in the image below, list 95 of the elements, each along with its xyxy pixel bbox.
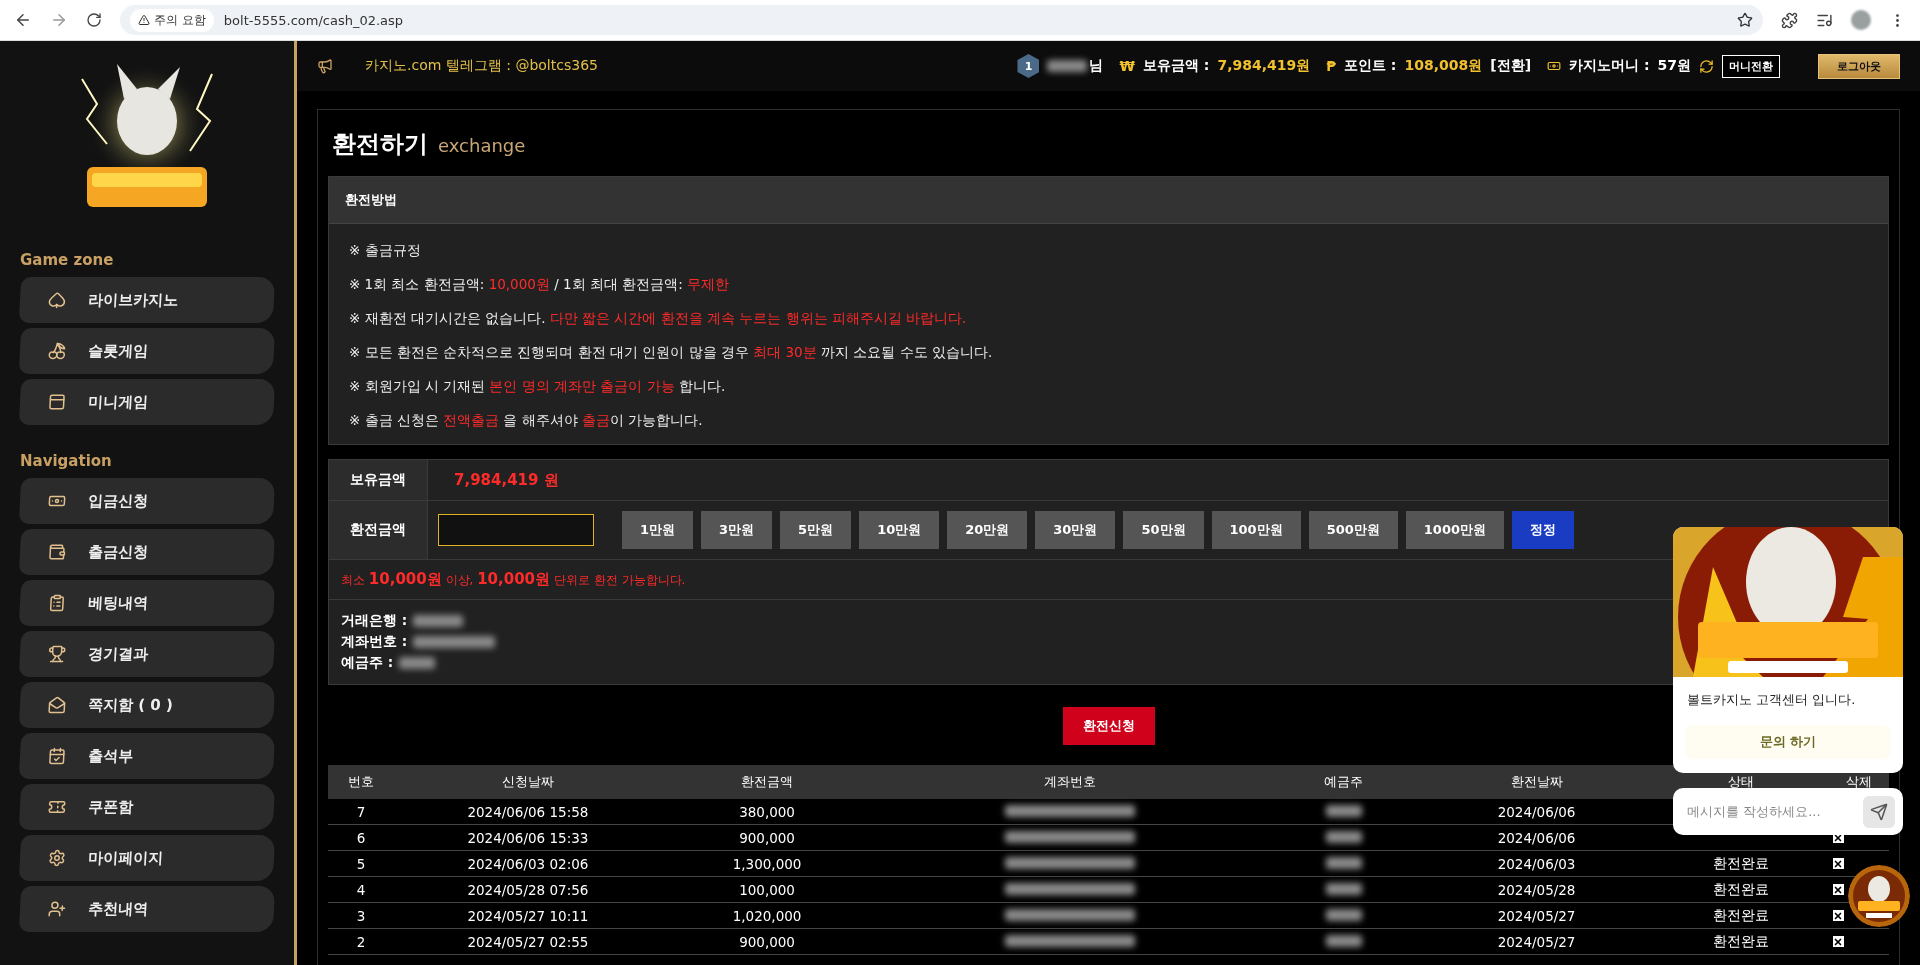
reset-button[interactable]: 정정 — [1512, 511, 1574, 549]
table-cell: 2024/06/06 — [1419, 799, 1654, 825]
inquiry-button[interactable]: 문의 하기 — [1685, 725, 1891, 759]
account-label: 거래은행 : — [341, 612, 408, 630]
table-cell: 2024/05/28 — [1419, 876, 1654, 903]
table-cell: 환전완료 — [1653, 850, 1829, 877]
peso-sign: ₱ — [1326, 58, 1336, 74]
notice-line: ※ 모든 환전은 순차적으로 진행되며 환전 대기 인원이 많을 경우 최대 30분 까지 소요될 수도 있습니다. — [349, 343, 994, 362]
page-title: 환전하기 — [332, 129, 428, 160]
table-cell: 4 — [328, 876, 394, 903]
table-cell: 2024/05/27 — [1419, 902, 1654, 929]
table-cell: 3 — [328, 902, 394, 929]
notice-text: 카지노.com 텔레그램 : @boltcs365 — [365, 57, 599, 75]
notice-line: ※ 출금규정 — [349, 241, 422, 260]
amount-button[interactable]: 50만원 — [1123, 511, 1204, 549]
column-header: 번호 — [328, 765, 394, 799]
sidebar-item[interactable]: 쿠폰함 — [18, 784, 276, 830]
points-value: 108,008원 — [1404, 57, 1483, 75]
table-cell: 380,000 — [661, 799, 873, 825]
table-cell: 1,300,000 — [661, 850, 873, 877]
sidebar-item[interactable]: 출석부 — [18, 733, 276, 779]
field-label: 환전금액 — [329, 501, 428, 559]
balance-value: 7,984,419원 — [1217, 57, 1311, 75]
sidebar-item[interactable]: 출금신청 — [18, 529, 276, 575]
amount-button[interactable]: 1000만원 — [1405, 511, 1504, 549]
table-cell: 2024/06/03 02:06 — [393, 850, 662, 877]
section-title: Navigation — [20, 452, 113, 470]
amount-button[interactable]: 500만원 — [1308, 511, 1398, 549]
table-cell: 7 — [328, 799, 394, 825]
points-label: 포인트 : — [1344, 57, 1397, 75]
logout-button[interactable]: 로그아웃 — [1818, 53, 1900, 79]
sidebar-item[interactable]: 베팅내역 — [18, 580, 276, 626]
sidebar-item[interactable]: 미니게임 — [18, 379, 276, 425]
sidebar-item[interactable]: 슬롯게임 — [18, 328, 276, 374]
table-cell: 2024/06/03 — [1419, 850, 1654, 877]
table-cell: 2024/06/06 15:33 — [393, 824, 662, 851]
message-box[interactable]: 메시지를 작성하세요... — [1673, 788, 1903, 835]
money-convert-button[interactable]: 머니전환 — [1722, 54, 1780, 78]
table-cell: 환전완료 — [1653, 902, 1829, 929]
level-badge: 1 — [1017, 54, 1040, 78]
amount-button[interactable]: 1만원 — [622, 511, 694, 549]
amount-button[interactable]: 5만원 — [780, 511, 852, 549]
sidebar-item[interactable]: 추천내역 — [18, 886, 276, 932]
casino-money-value: 57원 — [1657, 57, 1691, 75]
sidebar-item[interactable]: 마이페이지 — [18, 835, 276, 881]
column-header: 계좌번호 — [872, 765, 1268, 799]
table-cell: 1,020,000 — [661, 902, 873, 929]
amount-button[interactable]: 10만원 — [859, 511, 940, 549]
balance-value: 7,984,419 원 — [453, 469, 559, 491]
table-cell: 2024/06/06 15:58 — [393, 799, 662, 825]
column-header: 예금주 — [1267, 765, 1420, 799]
table-cell: 5 — [328, 850, 394, 877]
table-cell: 환전완료 — [1653, 928, 1829, 955]
table-cell: 6 — [328, 824, 394, 851]
name-suffix: 님 — [1089, 57, 1104, 75]
amount-button[interactable]: 30만원 — [1035, 511, 1116, 549]
page-subtitle: exchange — [438, 135, 526, 156]
sidebar-item[interactable]: 입금신청 — [18, 478, 276, 524]
notice-line: ※ 1회 최소 환전금액: 10,000원 / 1회 최대 환전금액: 무제한 — [349, 275, 731, 294]
sidebar-item[interactable]: 쪽지함 ( 0 ) — [18, 682, 276, 728]
notice-line: ※ 출금 신청은 전액출금 을 해주셔야 출금이 가능합니다. — [349, 411, 704, 430]
sidebar-item[interactable]: 경기결과 — [18, 631, 276, 677]
table-cell: 2024/05/27 02:55 — [393, 928, 662, 955]
casino-money-label: 카지노머니 : — [1569, 57, 1650, 75]
submit-button[interactable]: 환전신청 — [1062, 707, 1155, 745]
table-cell: 2024/05/27 — [1419, 928, 1654, 955]
url-text: bolt-5555.com/cash_02.asp — [223, 12, 404, 28]
table-cell: 2024/06/06 — [1419, 824, 1654, 851]
table-cell: 900,000 — [661, 824, 873, 851]
column-header: 신청날짜 — [393, 765, 662, 799]
amount-button[interactable]: 3만원 — [701, 511, 773, 549]
notice-line: ※ 회원가입 시 기재된 본인 명의 계좌만 출금이 가능 합니다. — [349, 377, 727, 396]
section-title: Game zone — [20, 251, 115, 269]
chat-greeting: 볼트카지노 고객센터 입니다. — [1686, 691, 1857, 709]
amount-button[interactable]: 100만원 — [1211, 511, 1301, 549]
column-header: 환전금액 — [661, 765, 873, 799]
balance-label: 보유금액 : — [1142, 57, 1210, 75]
security-warning[interactable]: 주의 요함 — [130, 8, 214, 32]
field-label: 보유금액 — [329, 460, 428, 500]
notice-line: ※ 재환전 대기시간은 없습니다. 다만 짧은 시간에 환전을 계속 누르는 행위는 피해주시길 바랍니다. — [349, 309, 968, 328]
table-cell: 2 — [328, 928, 394, 955]
account-label: 계좌번호 : — [341, 633, 408, 651]
address-bar[interactable]: 주의 요함 bolt-5555.com/cash_02.asp — [120, 5, 1763, 35]
table-cell: 2024/05/28 07:56 — [393, 876, 662, 903]
panel-title: 환전방법 — [329, 177, 1888, 224]
table-cell: 환전완료 — [1653, 876, 1829, 903]
table-cell: 100,000 — [661, 876, 873, 903]
won-sign: ₩ — [1119, 58, 1135, 74]
account-label: 예금주 : — [341, 654, 394, 672]
convert-link[interactable]: [전환] — [1490, 57, 1532, 75]
column-header: 환전날짜 — [1419, 765, 1654, 799]
sidebar-item[interactable]: 라이브카지노 — [18, 277, 276, 323]
amount-button[interactable]: 20만원 — [947, 511, 1028, 549]
table-cell: 900,000 — [661, 928, 873, 955]
table-cell: 2024/05/27 10:11 — [393, 902, 662, 929]
